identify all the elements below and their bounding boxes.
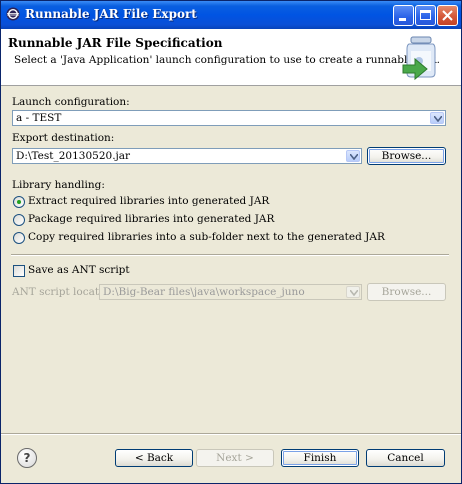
maximize-icon [420, 10, 431, 20]
chevron-down-icon [350, 290, 358, 296]
ant-script-location-combo: D:\Big-Bear files\java\workspace_juno [99, 284, 362, 300]
help-icon: ? [23, 451, 31, 465]
copy-libraries-label[interactable]: Copy required libraries into a sub-folde… [28, 231, 385, 243]
next-button: Next > [196, 449, 274, 467]
ant-script-location-dropdown-button [346, 286, 360, 298]
launch-configuration-label: Launch configuration: [12, 96, 130, 108]
export-destination-label: Export destination: [12, 132, 115, 144]
package-libraries-label[interactable]: Package required libraries into generate… [28, 213, 274, 225]
runnable-jar-export-dialog: Runnable JAR File Export Runnable JAR Fi… [0, 0, 462, 484]
ant-browse-button: Browse... [367, 283, 446, 301]
window-title: Runnable JAR File Export [25, 7, 197, 21]
finish-button[interactable]: Finish [281, 449, 359, 467]
wizard-header: Runnable JAR File Specification Select a… [1, 29, 461, 86]
launch-configuration-combo[interactable]: a - TEST [12, 110, 446, 126]
save-ant-script-label[interactable]: Save as ANT script [28, 264, 130, 276]
launch-configuration-value: a - TEST [16, 112, 62, 124]
cancel-button[interactable]: Cancel [366, 449, 445, 467]
maximize-button[interactable] [415, 5, 436, 26]
package-libraries-radio[interactable] [13, 214, 25, 226]
extract-libraries-radio[interactable] [13, 196, 25, 208]
page-description: Select a 'Java Application' launch confi… [14, 54, 440, 66]
ant-script-location-value: D:\Big-Bear files\java\workspace_juno [103, 286, 305, 298]
help-button[interactable]: ? [17, 448, 37, 468]
minimize-button[interactable] [393, 5, 414, 26]
extract-libraries-label[interactable]: Extract required libraries into generate… [28, 195, 269, 207]
jar-export-wizard-icon [402, 36, 436, 81]
library-handling-label: Library handling: [12, 179, 105, 191]
export-destination-dropdown-button[interactable] [346, 150, 360, 162]
export-destination-combo[interactable]: D:\Test_20130520.jar [12, 148, 362, 164]
chevron-down-icon [350, 154, 358, 160]
copy-libraries-radio[interactable] [13, 232, 25, 244]
close-button[interactable] [437, 5, 458, 26]
title-bar[interactable]: Runnable JAR File Export [1, 1, 461, 29]
export-browse-button[interactable]: Browse... [367, 147, 446, 165]
chevron-down-icon [434, 116, 442, 122]
back-button[interactable]: < Back [115, 449, 193, 467]
eclipse-icon [6, 7, 20, 21]
section-divider [11, 254, 449, 256]
radio-selected-dot [17, 200, 21, 204]
minimize-icon [399, 18, 406, 21]
save-ant-script-checkbox[interactable] [13, 265, 25, 277]
launch-configuration-dropdown-button[interactable] [430, 112, 444, 124]
page-title: Runnable JAR File Specification [8, 36, 223, 50]
footer-divider [1, 433, 461, 435]
close-icon [442, 10, 453, 21]
export-destination-value: D:\Test_20130520.jar [16, 150, 131, 162]
